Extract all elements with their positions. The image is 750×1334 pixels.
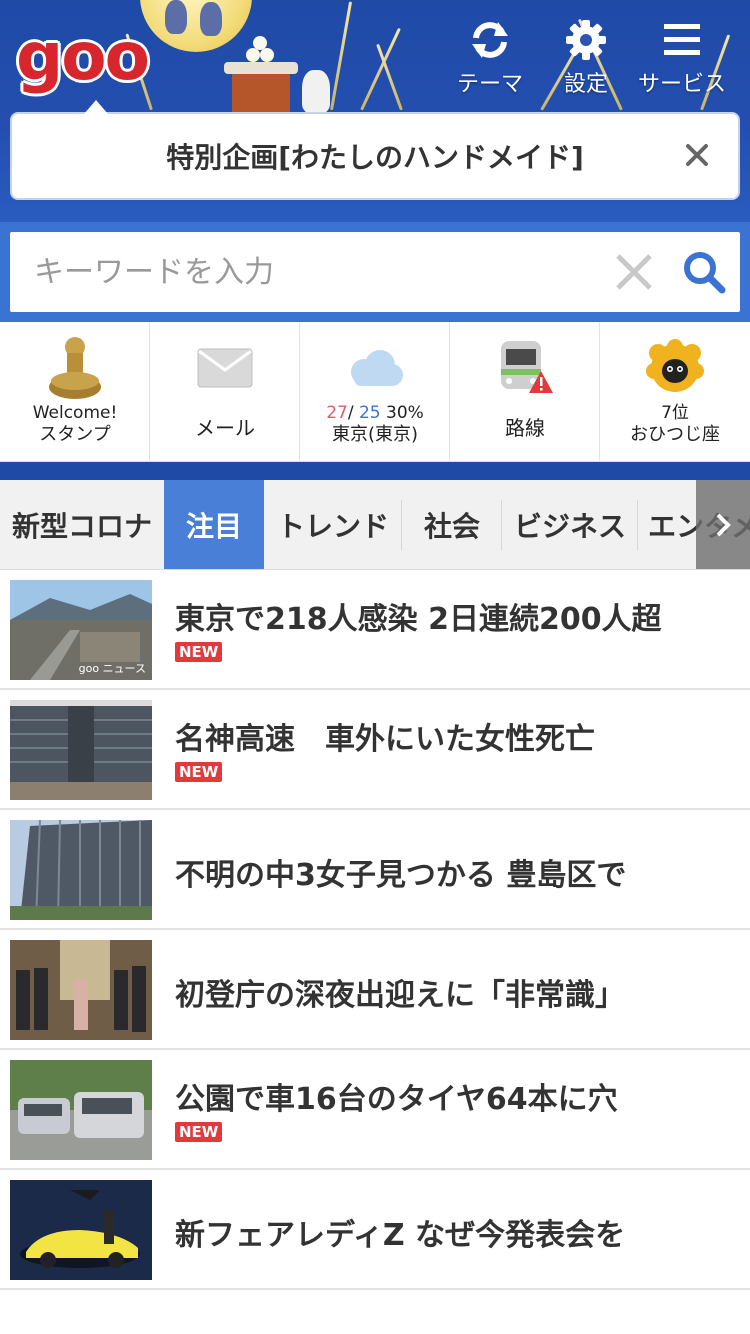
tab-society[interactable]: 社会 <box>402 480 502 569</box>
chevron-right-icon <box>716 513 731 537</box>
quick-widgets: Welcome! スタンプ メール 27/ 25 30% 東京(東京) 路線 7… <box>0 322 750 462</box>
train-icon <box>501 341 553 393</box>
vase-illustration <box>302 70 330 114</box>
news-item[interactable]: 初登庁の深夜出迎えに「非常識」 <box>0 930 750 1050</box>
hamburger-menu-icon <box>664 24 700 55</box>
news-thumbnail <box>10 1180 152 1280</box>
search-input[interactable] <box>34 242 594 302</box>
special-feature-banner[interactable]: 特別企画[わたしのハンドメイド] <box>10 100 740 200</box>
new-badge: NEW <box>175 1122 223 1142</box>
news-list: goo ニュース 東京で218人感染 2日連続200人超 NEW 名神高速 車外… <box>0 570 750 1290</box>
services-button[interactable]: サービス <box>636 18 728 98</box>
news-thumbnail: goo ニュース <box>10 580 152 680</box>
section-divider <box>0 462 750 480</box>
horoscope-widget[interactable]: 7位 おひつじ座 <box>600 322 750 462</box>
horoscope-sign: おひつじ座 <box>630 424 720 445</box>
stamp-widget[interactable]: Welcome! スタンプ <box>0 322 150 462</box>
news-thumbnail <box>10 700 152 800</box>
theme-button[interactable]: テーマ <box>444 18 536 98</box>
cloud-icon <box>351 350 403 386</box>
offering-stand-illustration <box>224 62 298 116</box>
horoscope-rank: 7位 <box>661 403 689 423</box>
rabbit-illustration <box>165 0 187 34</box>
news-thumbnail <box>10 940 152 1040</box>
news-thumbnail <box>10 820 152 920</box>
weather-temps: 27/ 25 30% <box>300 402 450 424</box>
search-bar <box>0 222 750 322</box>
news-item[interactable]: 不明の中3女子見つかる 豊島区で <box>0 810 750 930</box>
news-item[interactable]: 名神高速 車外にいた女性死亡 NEW <box>0 690 750 810</box>
news-item[interactable]: goo ニュース 東京で218人感染 2日連続200人超 NEW <box>0 570 750 690</box>
train-widget[interactable]: 路線 <box>450 322 600 462</box>
news-title: 東京で218人感染 2日連続200人超 <box>175 602 662 637</box>
mail-label: メール <box>195 416 255 440</box>
temp-separator: / <box>347 403 359 423</box>
grass-decoration <box>376 43 403 111</box>
news-thumbnail <box>10 1060 152 1160</box>
new-badge: NEW <box>175 762 223 782</box>
stamp-icon <box>49 337 101 399</box>
tab-label: トレンド <box>276 510 389 543</box>
gear-icon <box>566 20 606 60</box>
tab-featured[interactable]: 注目 <box>164 480 264 569</box>
tabs-scroll-right-button[interactable] <box>696 480 750 569</box>
dango-illustration <box>246 48 260 62</box>
close-icon[interactable] <box>682 140 712 170</box>
tab-label: ビジネス <box>513 510 626 543</box>
mail-icon <box>197 348 253 388</box>
stamp-line1: Welcome! <box>32 403 118 423</box>
news-title: 不明の中3女子見つかる 豊島区で <box>175 858 627 893</box>
news-category-tabs: 新型コロナ 注目 トレンド 社会 ビジネス エンタメ <box>0 480 750 570</box>
temp-high: 27 <box>326 403 348 423</box>
news-title: 公園で車16台のタイヤ64本に穴 <box>175 1082 618 1117</box>
aries-icon <box>646 339 704 392</box>
new-badge: NEW <box>175 642 223 662</box>
banner-text: 特別企画[わたしのハンドメイド] <box>166 141 584 174</box>
tab-trend[interactable]: トレンド <box>264 480 402 569</box>
news-title: 初登庁の深夜出迎えに「非常識」 <box>175 978 625 1013</box>
tab-corona[interactable]: 新型コロナ <box>0 480 164 569</box>
news-title: 名神高速 車外にいた女性死亡 <box>175 722 595 757</box>
clear-icon[interactable] <box>614 252 654 292</box>
grass-decoration <box>330 1 353 111</box>
news-watermark: goo ニュース <box>78 662 146 675</box>
weather-widget[interactable]: 27/ 25 30% 東京(東京) <box>300 322 450 462</box>
mail-widget[interactable]: メール <box>150 322 300 462</box>
dango-illustration <box>253 36 267 50</box>
tab-business[interactable]: ビジネス <box>502 480 638 569</box>
refresh-icon <box>472 22 508 58</box>
tab-label: 社会 <box>423 510 480 543</box>
search-icon[interactable] <box>682 250 726 294</box>
news-title: 新フェアレディZ なぜ今発表会を <box>175 1218 626 1253</box>
theme-label: テーマ <box>456 72 523 97</box>
train-label: 路線 <box>505 416 545 440</box>
temp-low: 25 <box>358 403 381 423</box>
tab-label: 新型コロナ <box>11 510 152 543</box>
search-box <box>10 232 740 312</box>
goo-logo[interactable]: goo <box>16 24 150 90</box>
rabbit-illustration <box>200 2 222 36</box>
tab-label: 注目 <box>185 510 242 543</box>
dango-illustration <box>260 48 274 62</box>
settings-label: 設定 <box>563 72 608 97</box>
news-item[interactable]: 新フェアレディZ なぜ今発表会を <box>0 1170 750 1290</box>
news-item[interactable]: 公園で車16台のタイヤ64本に穴 NEW <box>0 1050 750 1170</box>
stamp-line2: スタンプ <box>39 424 111 445</box>
services-label: サービス <box>637 72 726 97</box>
settings-button[interactable]: 設定 <box>540 18 632 98</box>
rain-chance: 30% <box>380 403 424 423</box>
moon-illustration <box>140 0 252 52</box>
weather-location: 東京(東京) <box>331 424 419 445</box>
